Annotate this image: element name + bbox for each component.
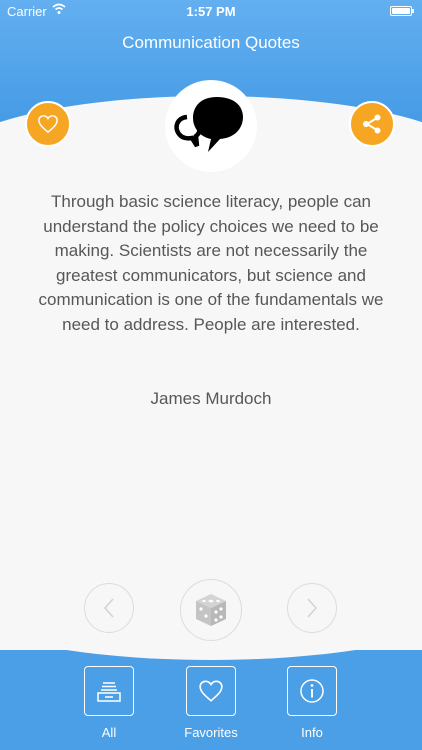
heart-icon [199, 680, 223, 702]
speech-bubbles-icon [174, 97, 243, 152]
tab-all[interactable]: All [74, 666, 144, 740]
chevron-left-icon [103, 598, 114, 618]
battery-level [392, 8, 410, 14]
random-quote-button[interactable] [180, 579, 242, 641]
info-icon [300, 679, 324, 703]
heart-outline-icon [38, 115, 58, 134]
tab-all-box [84, 666, 134, 716]
dice-icon [196, 594, 226, 626]
tab-favorites-label: Favorites [184, 725, 238, 740]
quote-text: Through basic science literacy, people c… [38, 192, 384, 334]
tab-bar-curve [0, 650, 422, 660]
tab-info-box [287, 666, 337, 716]
quote-author: James Murdoch [150, 389, 272, 408]
stack-icon [97, 682, 121, 702]
app-logo [165, 80, 257, 172]
status-bar: Carrier 1:57 PM [0, 0, 422, 22]
tab-info[interactable]: Info [277, 666, 347, 740]
battery-icon [390, 6, 414, 16]
tab-all-label: All [101, 725, 117, 740]
favorite-button[interactable] [25, 101, 71, 147]
status-time: 1:57 PM [186, 4, 236, 19]
tab-info-label: Info [301, 725, 323, 740]
chevron-right-icon [307, 598, 318, 618]
share-button[interactable] [349, 101, 395, 147]
next-button[interactable] [287, 583, 337, 633]
tab-favorites-box [186, 666, 236, 716]
page-title: Communication Quotes [122, 33, 300, 52]
share-icon [363, 114, 381, 134]
tab-favorites[interactable]: Favorites [176, 666, 246, 740]
previous-button[interactable] [84, 583, 134, 633]
